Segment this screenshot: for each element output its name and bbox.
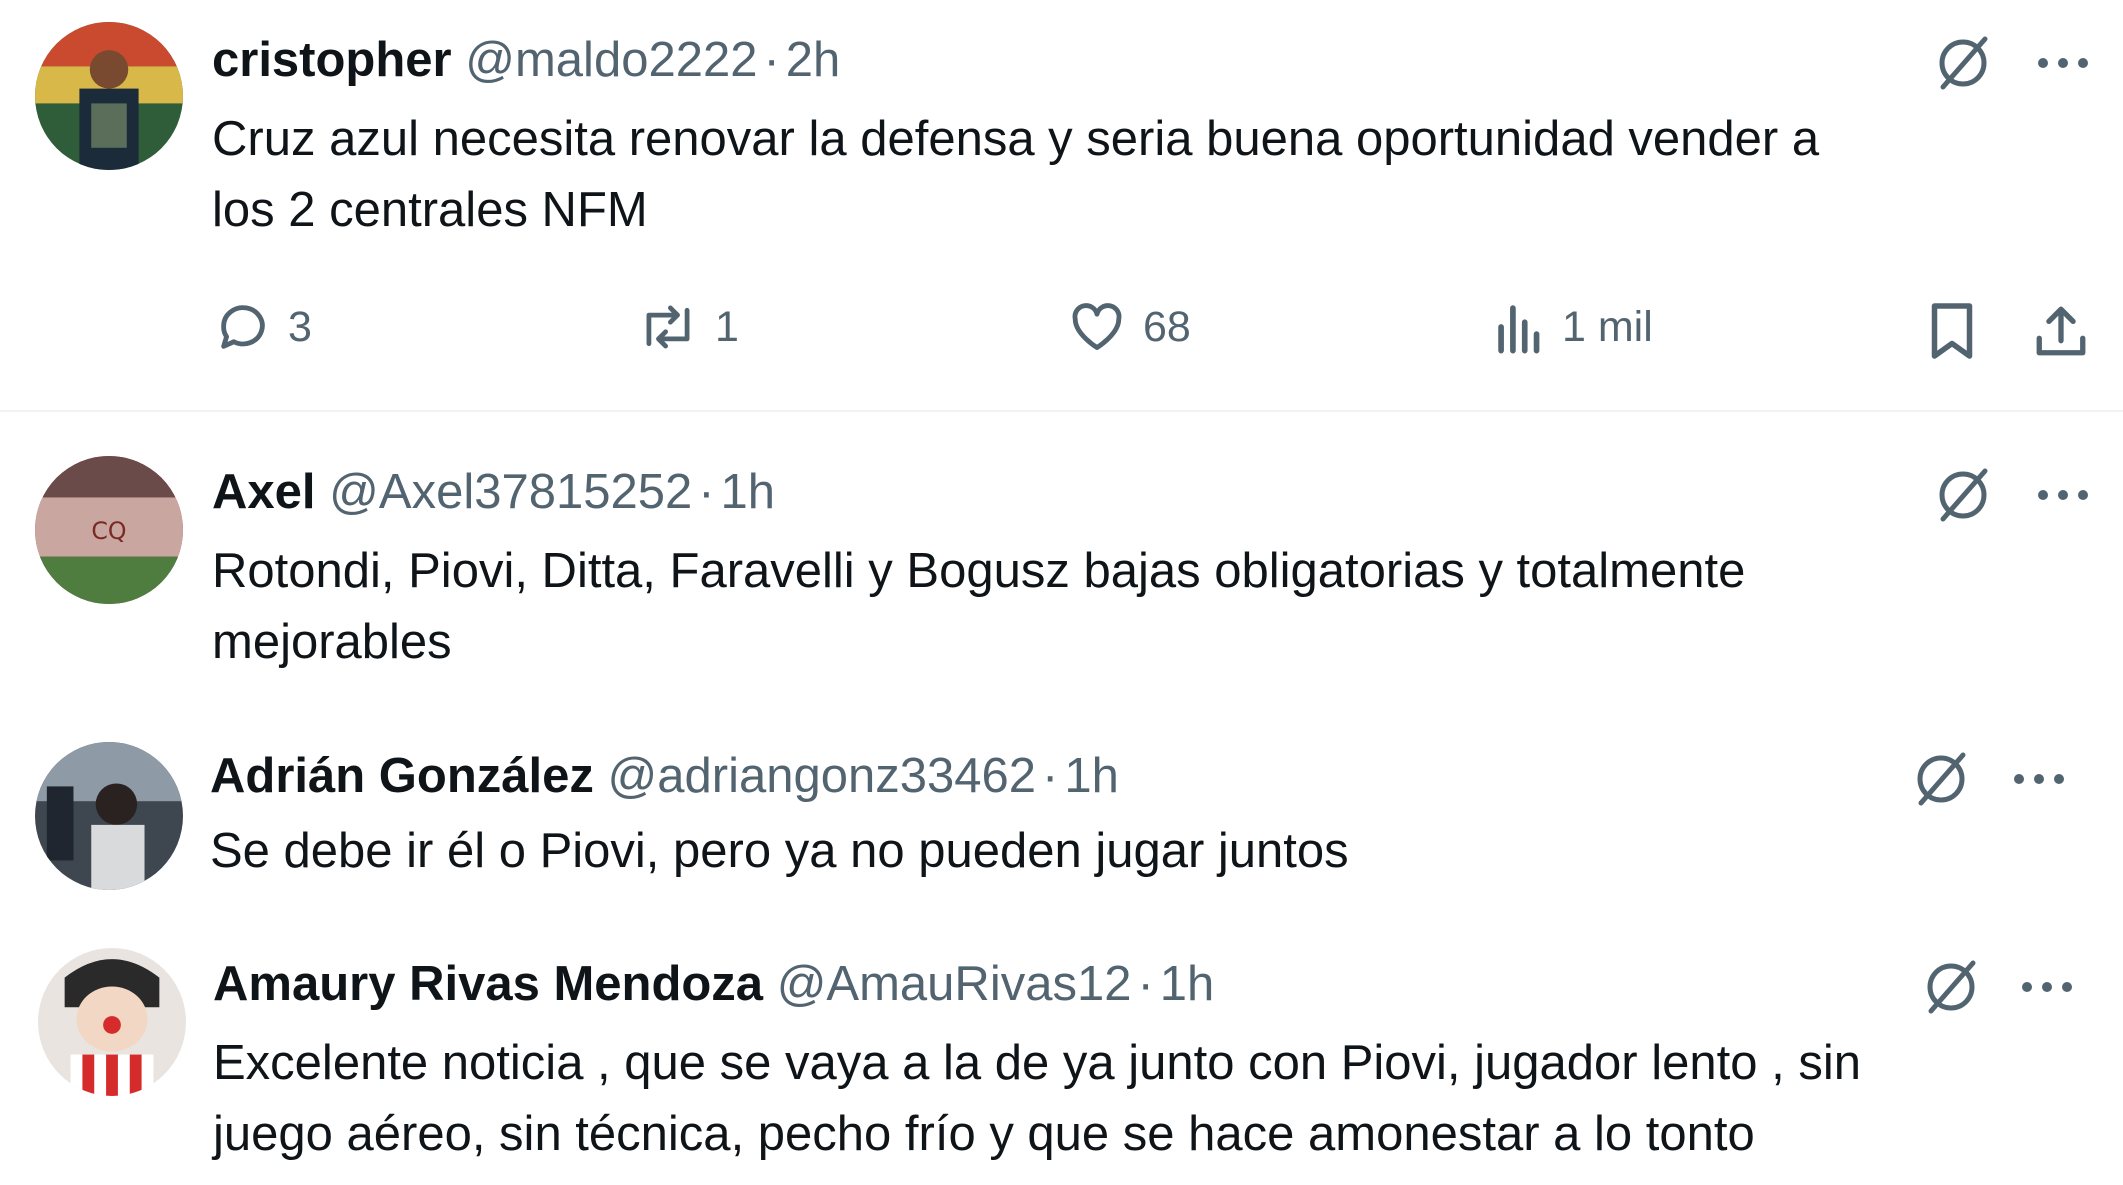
- user-handle[interactable]: @adriangonz33462: [608, 749, 1036, 803]
- reply-thread: cristopher @maldo2222 · 2h Cruz azul neces…: [0, 0, 2123, 1185]
- post-header: Amaury Rivas Mendoza @AmauRivas12 · 1h: [213, 954, 1214, 1014]
- separator-dot: ·: [1137, 957, 1154, 1011]
- post-header: Adrián González @adriangonz33462 · 1h: [210, 746, 1119, 806]
- repost-icon: [646, 305, 690, 349]
- display-name[interactable]: Amaury Rivas Mendoza: [213, 957, 763, 1011]
- repost-button[interactable]: 1: [637, 298, 739, 356]
- like-count: 68: [1143, 302, 1191, 351]
- post-text-line: Excelente noticia , que se vaya a la de …: [213, 1036, 1861, 1090]
- like-button[interactable]: 68: [1067, 298, 1191, 356]
- more-icon[interactable]: [2014, 964, 2080, 1010]
- separator-dot: ·: [763, 33, 780, 87]
- post-text-line: Se debe ir él o Piovi, pero ya no pueden…: [210, 824, 1349, 878]
- post-time[interactable]: 1h: [1064, 749, 1119, 803]
- avatar[interactable]: [35, 742, 183, 890]
- separator-dot: ·: [1041, 749, 1059, 803]
- post-text-line: juego aéreo, sin técnica, pecho frío y q…: [213, 1107, 1755, 1161]
- views-button[interactable]: 1 mil: [1494, 298, 1653, 356]
- grok-icon[interactable]: [1908, 746, 1974, 812]
- post-text-line: Rotondi, Piovi, Ditta, Faravelli y Bogus…: [212, 544, 1746, 598]
- post-amaury[interactable]: Amaury Rivas Mendoza @AmauRivas12 · 1h Exc…: [0, 940, 2123, 1185]
- user-handle[interactable]: @maldo2222: [465, 33, 757, 87]
- avatar[interactable]: [38, 948, 186, 1096]
- display-name[interactable]: Adrián González: [210, 749, 594, 803]
- post-text-line: Cruz azul necesita renovar la defensa y …: [212, 112, 1820, 166]
- more-icon[interactable]: [2030, 472, 2096, 518]
- share-icon[interactable]: [2028, 298, 2094, 364]
- post-text-line: los 2 centrales NFM: [212, 183, 648, 237]
- user-handle[interactable]: @Axel37815252: [329, 465, 692, 519]
- views-count: 1 mil: [1562, 302, 1653, 351]
- separator-dot: ·: [698, 465, 715, 519]
- more-icon[interactable]: [2030, 40, 2096, 86]
- views-icon: [1498, 305, 1540, 354]
- reply-count: 3: [288, 302, 312, 351]
- svg-text:CQ: CQ: [91, 517, 126, 545]
- post-axel[interactable]: CQ Axel @Axel37815252 · 1h Rotondi, Piovi,…: [0, 412, 2123, 692]
- like-icon: [1072, 303, 1122, 350]
- grok-icon[interactable]: [1918, 954, 1984, 1020]
- post-header: cristopher @maldo2222 · 2h: [212, 30, 840, 90]
- post-text-line: mejorables: [212, 615, 452, 669]
- post-cristopher[interactable]: cristopher @maldo2222 · 2h Cruz azul neces…: [0, 0, 2123, 410]
- display-name[interactable]: cristopher: [212, 33, 452, 87]
- display-name[interactable]: Axel: [212, 465, 316, 519]
- post-header: Axel @Axel37815252 · 1h: [212, 462, 775, 522]
- grok-icon[interactable]: [1930, 462, 1996, 528]
- post-adrian[interactable]: Adrián González @adriangonz33462 · 1h Se d…: [0, 730, 2123, 910]
- grok-icon[interactable]: [1930, 30, 1996, 96]
- avatar[interactable]: CQ: [35, 456, 183, 604]
- more-icon[interactable]: [2006, 756, 2072, 802]
- post-time[interactable]: 1h: [1160, 957, 1215, 1011]
- post-time[interactable]: 1h: [721, 465, 776, 519]
- repost-count: 1: [715, 302, 739, 351]
- reply-icon: [221, 305, 265, 349]
- post-time[interactable]: 2h: [786, 33, 841, 87]
- avatar[interactable]: [35, 22, 183, 170]
- user-handle[interactable]: @AmauRivas12: [777, 957, 1132, 1011]
- bookmark-icon[interactable]: [1922, 298, 1982, 364]
- reply-button[interactable]: 3: [214, 298, 312, 356]
